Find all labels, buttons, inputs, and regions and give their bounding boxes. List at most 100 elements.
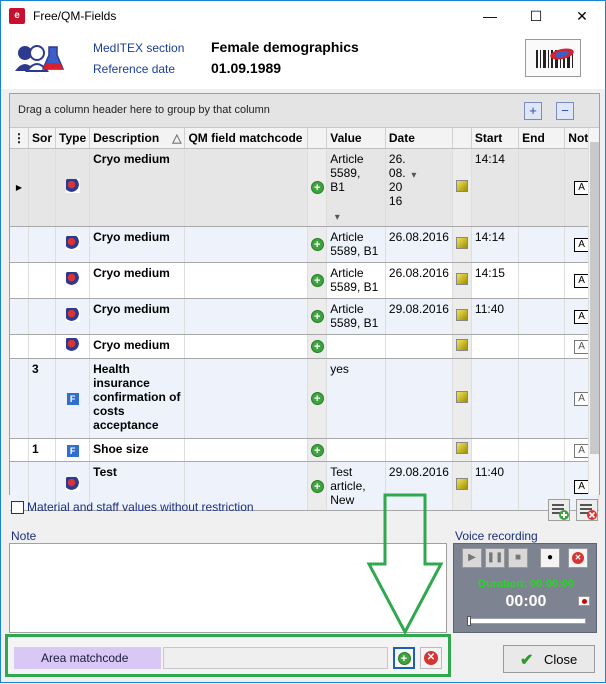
- start-cell[interactable]: [471, 334, 520, 359]
- add-value-button[interactable]: +: [307, 461, 328, 511]
- start-cell[interactable]: 14:15: [471, 262, 520, 299]
- date-cell[interactable]: 29.08.2016: [385, 298, 453, 335]
- date-cell[interactable]: [385, 358, 453, 439]
- current-row-indicator-icon[interactable]: ▶: [10, 148, 29, 227]
- minimize-button[interactable]: —: [467, 1, 513, 31]
- set-date-button[interactable]: [452, 298, 472, 335]
- set-date-button[interactable]: [452, 226, 472, 263]
- row-indicator[interactable]: [10, 358, 29, 439]
- start-cell[interactable]: 14:14: [471, 148, 520, 227]
- column-header-start[interactable]: Start: [471, 128, 520, 149]
- chevron-down-icon[interactable]: ▾: [407, 170, 421, 181]
- maximize-button[interactable]: ☐: [513, 1, 559, 31]
- value-cell[interactable]: [326, 334, 386, 359]
- record-icon[interactable]: ●: [540, 548, 560, 568]
- add-value-button[interactable]: +: [307, 334, 328, 359]
- play-icon[interactable]: ▶: [462, 548, 482, 568]
- set-date-button[interactable]: [452, 148, 472, 227]
- table-row[interactable]: Cryo medium + Article 5589, B1 26.08.2016 14…: [10, 226, 599, 263]
- delete-row-button[interactable]: [576, 499, 598, 521]
- value-cell[interactable]: Article 5589, B1: [326, 298, 386, 335]
- end-cell[interactable]: [518, 334, 566, 359]
- start-cell[interactable]: [471, 438, 520, 462]
- table-row[interactable]: 3 F Health insurance confirmation of costs…: [10, 358, 599, 439]
- column-header-add[interactable]: [307, 128, 328, 149]
- stop-icon[interactable]: ■: [508, 548, 528, 568]
- area-matchcode-input[interactable]: [163, 647, 388, 669]
- column-header-qm-matchcode[interactable]: QM field matchcode: [184, 128, 309, 149]
- value-cell[interactable]: Test article, New: [326, 461, 386, 511]
- date-cell[interactable]: [385, 438, 453, 462]
- column-header-type[interactable]: Type: [55, 128, 91, 149]
- set-date-button[interactable]: [452, 461, 472, 511]
- start-cell[interactable]: 14:14: [471, 226, 520, 263]
- add-value-button[interactable]: +: [307, 148, 328, 227]
- table-row[interactable]: 1 F Shoe size + A: [10, 438, 599, 462]
- end-cell[interactable]: [518, 298, 566, 335]
- qm-matchcode-cell[interactable]: [184, 358, 309, 439]
- recording-position-slider[interactable]: [467, 616, 586, 626]
- qm-matchcode-cell[interactable]: [184, 438, 309, 462]
- column-header-end[interactable]: End: [518, 128, 566, 149]
- scrollbar-thumb[interactable]: [590, 142, 599, 454]
- set-date-button[interactable]: [452, 358, 472, 439]
- start-cell[interactable]: [471, 358, 520, 439]
- group-by-bar[interactable]: Drag a column header here to group by th…: [10, 94, 599, 128]
- set-date-button[interactable]: [452, 438, 472, 462]
- column-chooser-icon[interactable]: ⋮: [10, 128, 29, 149]
- set-date-button[interactable]: [452, 334, 472, 359]
- chevron-down-icon[interactable]: ▾: [330, 212, 344, 223]
- column-header-description[interactable]: Description △: [89, 128, 186, 149]
- value-cell[interactable]: Article 5589, B1: [326, 226, 386, 263]
- column-header-value[interactable]: Value: [326, 128, 386, 149]
- qm-matchcode-cell[interactable]: [184, 148, 309, 227]
- grid-vertical-scrollbar[interactable]: [588, 128, 599, 494]
- date-cell[interactable]: 29.08.2016: [385, 461, 453, 511]
- expand-all-button[interactable]: +: [524, 102, 542, 120]
- add-value-button[interactable]: +: [307, 226, 328, 263]
- row-indicator[interactable]: [10, 438, 29, 462]
- language-flag-icon[interactable]: [578, 596, 590, 606]
- end-cell[interactable]: [518, 226, 566, 263]
- close-window-button[interactable]: ✕: [559, 1, 605, 31]
- add-value-button[interactable]: +: [307, 298, 328, 335]
- table-row[interactable]: Cryo medium + A: [10, 334, 599, 359]
- collapse-all-button[interactable]: −: [556, 102, 574, 120]
- end-cell[interactable]: [518, 438, 566, 462]
- table-row[interactable]: Cryo medium + Article 5589, B1 26.08.2016 14…: [10, 262, 599, 299]
- column-header-date[interactable]: Date: [385, 128, 453, 149]
- row-indicator[interactable]: [10, 334, 29, 359]
- unrestricted-values-label[interactable]: Material and staff values without restri…: [27, 500, 254, 514]
- add-row-button[interactable]: [548, 499, 570, 521]
- start-cell[interactable]: 11:40: [471, 298, 520, 335]
- column-header-date-picker[interactable]: [452, 128, 472, 149]
- qm-matchcode-cell[interactable]: [184, 262, 309, 299]
- barcode-scan-button[interactable]: [525, 39, 581, 77]
- close-button[interactable]: ✔ Close: [503, 645, 595, 673]
- value-cell[interactable]: [326, 438, 386, 462]
- qm-matchcode-cell[interactable]: [184, 298, 309, 335]
- end-cell[interactable]: [518, 148, 566, 227]
- pause-icon[interactable]: ❚❚: [485, 548, 505, 568]
- table-row[interactable]: ▶ Cryo medium + Article 5589, B1▾ 26.08.2016…: [10, 148, 599, 227]
- row-indicator[interactable]: [10, 226, 29, 263]
- add-value-button[interactable]: +: [307, 438, 328, 462]
- date-dropdown[interactable]: 26.08.2016▾: [385, 148, 453, 227]
- end-cell[interactable]: [518, 262, 566, 299]
- delete-recording-button[interactable]: ✕: [568, 548, 588, 568]
- note-textarea[interactable]: [9, 543, 447, 633]
- area-add-button[interactable]: +: [393, 647, 415, 669]
- qm-matchcode-cell[interactable]: [184, 334, 309, 359]
- date-cell[interactable]: 26.08.2016: [385, 226, 453, 263]
- date-cell[interactable]: [385, 334, 453, 359]
- value-cell[interactable]: yes: [326, 358, 386, 439]
- area-delete-button[interactable]: ✕: [420, 647, 442, 669]
- add-value-button[interactable]: +: [307, 358, 328, 439]
- unrestricted-values-checkbox[interactable]: [11, 501, 24, 514]
- column-header-sort[interactable]: Sor: [28, 128, 57, 149]
- set-date-button[interactable]: [452, 262, 472, 299]
- add-value-button[interactable]: +: [307, 262, 328, 299]
- date-cell[interactable]: 26.08.2016: [385, 262, 453, 299]
- end-cell[interactable]: [518, 358, 566, 439]
- table-row[interactable]: Cryo medium + Article 5589, B1 29.08.2016 11…: [10, 298, 599, 335]
